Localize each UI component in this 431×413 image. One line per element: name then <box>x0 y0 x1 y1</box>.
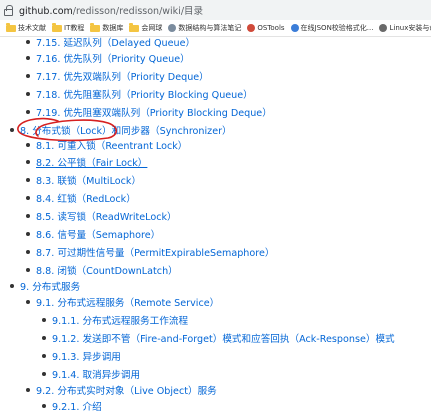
toc-item: 8.8. 闭锁（CountDownLatch） <box>26 263 178 277</box>
bullet-icon <box>42 336 46 340</box>
toc-item: 7.16. 优先队列（Priority Queue） <box>26 51 190 65</box>
bookmark-item[interactable]: Linux安装与命令大全 <box>379 23 431 33</box>
bullet-icon <box>26 268 30 272</box>
folder-icon <box>129 22 140 32</box>
bullet-icon <box>26 74 30 78</box>
toc-item: 8.7. 可过期性信号量（PermitExpirableSemaphore） <box>26 245 274 259</box>
toc-item: 7.17. 优先双端队列（Priority Deque） <box>26 69 209 83</box>
toc-item: 8.1. 可重入锁（Reentrant Lock） <box>26 138 187 152</box>
bullet-icon <box>26 92 30 96</box>
bookmark-item[interactable]: IT教程 <box>52 22 84 33</box>
toc-link[interactable]: 9.1.3. 异步调用 <box>52 349 121 363</box>
bullet-icon <box>10 128 14 132</box>
toc-item: 8.3. 联锁（MultiLock） <box>26 173 141 187</box>
toc-item: 7.18. 优先阻塞队列（Priority Blocking Queue） <box>26 87 253 101</box>
bookmark-item[interactable]: 数据库 <box>90 22 123 33</box>
toc-link[interactable]: 8.4. 红锁（RedLock） <box>36 191 136 205</box>
bullet-icon <box>26 40 30 44</box>
toc-item: 9.2.1. 介绍 <box>42 399 102 413</box>
toc-item: 8.2. 公平锁（Fair Lock） <box>26 155 147 169</box>
bookmark-item[interactable]: 数据结构与算法笔记 <box>168 23 241 33</box>
site-icon <box>290 24 299 32</box>
toc-link[interactable]: 7.15. 延迟队列（Delayed Queue） <box>36 37 195 49</box>
bookmark-item[interactable]: 技术文献 <box>6 22 46 33</box>
bullet-icon <box>26 300 30 304</box>
toc-item: 7.15. 延迟队列（Delayed Queue） <box>26 37 195 49</box>
toc-item: 8.5. 读写锁（ReadWriteLock） <box>26 209 177 223</box>
toc-link[interactable]: 9.2. 分布式实时对象（Live Object）服务 <box>36 383 217 397</box>
toc-link[interactable]: 9.1. 分布式远程服务（Remote Service） <box>36 295 219 309</box>
folder-icon <box>52 22 62 32</box>
url-text[interactable]: github.com/redisson/redisson/wiki/目录 <box>19 3 203 17</box>
toc-item: 8.4. 红锁（RedLock） <box>26 191 136 205</box>
site-icon <box>247 24 256 32</box>
bullet-icon <box>26 110 30 114</box>
address-bar[interactable]: github.com/redisson/redisson/wiki/目录 <box>0 0 431 20</box>
bullet-icon <box>26 143 30 147</box>
toc-link[interactable]: 9. 分布式服务 <box>20 279 80 293</box>
toc-link[interactable]: 8.6. 信号量（Semaphore） <box>36 227 160 241</box>
bullet-icon <box>26 56 30 60</box>
toc-item: 9.1.1. 分布式远程服务工作流程 <box>42 313 188 327</box>
toc-link-hover[interactable]: 8.2. 公平锁（Fair Lock） <box>36 155 147 169</box>
bullet-icon <box>26 196 30 200</box>
toc-link[interactable]: 8.5. 读写锁（ReadWriteLock） <box>36 209 177 223</box>
bullet-icon <box>26 250 30 254</box>
bookmark-item[interactable]: 会网球 <box>129 22 162 33</box>
toc-link[interactable]: 8.7. 可过期性信号量（PermitExpirableSemaphore） <box>36 245 274 259</box>
toc-link[interactable]: 8.1. 可重入锁（Reentrant Lock） <box>36 138 187 152</box>
toc-item: 9.2. 分布式实时对象（Live Object）服务 <box>26 383 217 397</box>
toc-item: 7.19. 优先阻塞双端队列（Priority Blocking Deque） <box>26 105 272 119</box>
bullet-icon <box>42 372 46 376</box>
toc-section: 9. 分布式服务 <box>10 279 80 293</box>
toc-item: 9.1. 分布式远程服务（Remote Service） <box>26 295 219 309</box>
toc-item: 9.1.2. 发送即不管（Fire-and-Forget）模式和应答回执（Ack… <box>42 331 395 345</box>
toc-link[interactable]: 8. 分布式锁（Lock）和同步器（Synchronizer） <box>20 123 232 137</box>
toc-link[interactable]: 9.1.4. 取消异步调用 <box>52 367 140 381</box>
bullet-icon <box>26 178 30 182</box>
site-icon <box>168 24 177 32</box>
toc-link[interactable]: 7.19. 优先阻塞双端队列（Priority Blocking Deque） <box>36 105 272 119</box>
bookmarks-bar: 技术文献 IT教程 数据库 会网球 数据结构与算法笔记 OSTools 在线JS… <box>0 20 431 37</box>
folder-icon <box>6 22 16 32</box>
bookmark-item[interactable]: OSTools <box>247 24 285 32</box>
bullet-icon <box>42 404 46 408</box>
folder-icon <box>90 22 101 32</box>
lock-icon[interactable] <box>4 4 13 16</box>
toc-item: 8.6. 信号量（Semaphore） <box>26 227 160 241</box>
site-icon <box>379 24 388 32</box>
bookmark-item[interactable]: 在线JSON校验格式化... <box>290 23 373 33</box>
toc-link[interactable]: 9.1.2. 发送即不管（Fire-and-Forget）模式和应答回执（Ack… <box>52 331 395 345</box>
bullet-icon <box>42 354 46 358</box>
toc-link[interactable]: 8.3. 联锁（MultiLock） <box>36 173 141 187</box>
toc-item: 9.1.4. 取消异步调用 <box>42 367 140 381</box>
bullet-icon <box>26 388 30 392</box>
toc-link[interactable]: 7.18. 优先阻塞队列（Priority Blocking Queue） <box>36 87 253 101</box>
wiki-toc: 7.15. 延迟队列（Delayed Queue） 7.16. 优先队列（Pri… <box>0 37 431 413</box>
toc-link[interactable]: 7.17. 优先双端队列（Priority Deque） <box>36 69 209 83</box>
toc-item: 9.1.3. 异步调用 <box>42 349 121 363</box>
bullet-icon <box>10 284 14 288</box>
toc-section: 8. 分布式锁（Lock）和同步器（Synchronizer） <box>10 123 232 137</box>
toc-link[interactable]: 9.2.1. 介绍 <box>52 399 102 413</box>
toc-link[interactable]: 9.1.1. 分布式远程服务工作流程 <box>52 313 188 327</box>
toc-link[interactable]: 7.16. 优先队列（Priority Queue） <box>36 51 190 65</box>
bullet-icon <box>26 232 30 236</box>
bullet-icon <box>26 160 30 164</box>
bullet-icon <box>26 214 30 218</box>
bullet-icon <box>42 318 46 322</box>
toc-link[interactable]: 8.8. 闭锁（CountDownLatch） <box>36 263 178 277</box>
